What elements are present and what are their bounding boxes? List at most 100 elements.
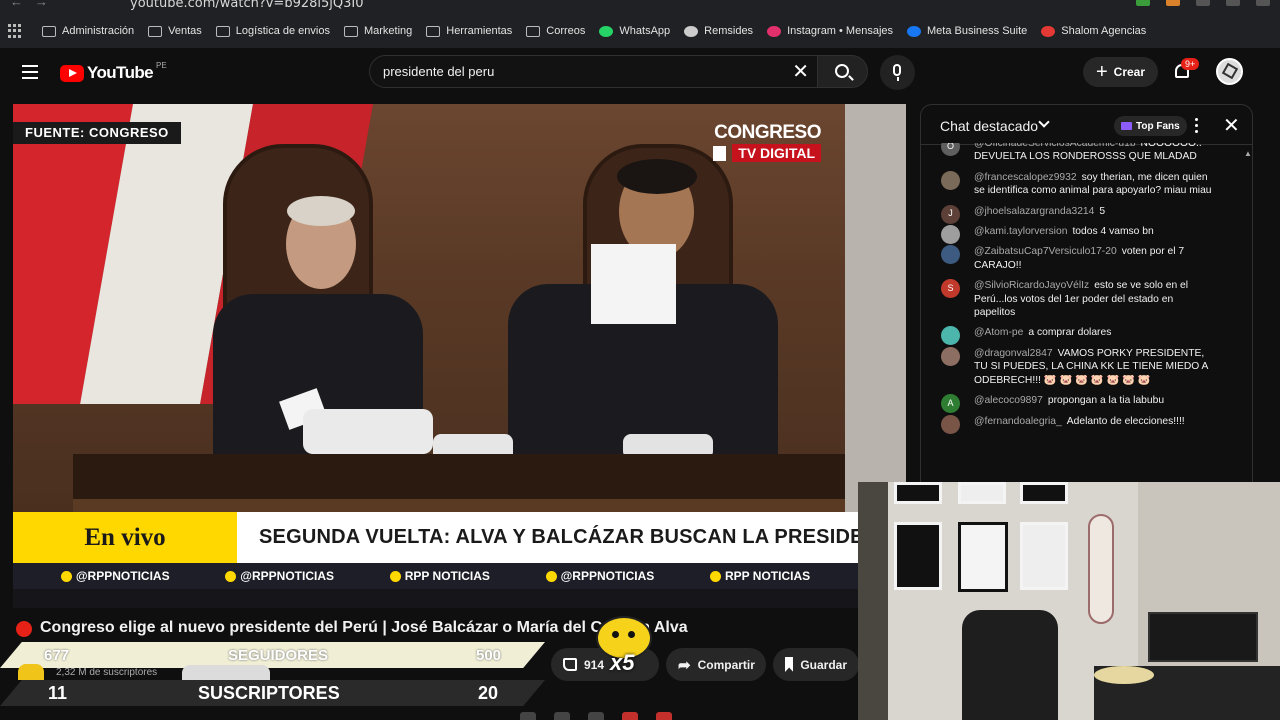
ballot-paper [591,244,676,324]
search-query-text[interactable]: presidente del peru [383,64,494,79]
chat-avatar[interactable] [941,170,960,190]
chat-author[interactable]: @SilvioRicardoJayoVélIz [974,280,1089,291]
chat-message[interactable]: @fernandoalegria_ Adelanto de elecciones!… [921,414,1252,434]
chat-author[interactable]: @jhoelsalazargranda3214 [974,206,1094,217]
save-button[interactable]: Guardar [773,648,859,681]
share-label: Compartir [697,657,755,672]
create-button[interactable]: + Crear [1083,57,1158,87]
chat-author[interactable]: @OficinadeServiciosAcademic-u1b [974,143,1136,149]
social-handle-label: RPP NOTICIAS [725,569,811,583]
monitor [1148,612,1258,662]
account-avatar[interactable] [1216,58,1243,85]
bookmark-label: Correos [546,25,586,37]
star-icon[interactable] [1196,0,1210,6]
save-label: Guardar [800,657,847,672]
chat-message[interactable]: J @jhoelsalazargranda3214 5 [921,204,1252,224]
profile-icon[interactable] [1256,0,1270,6]
browser-nav-icons[interactable]: ←→ [10,0,60,9]
close-icon[interactable]: ✕ [1223,113,1240,138]
social-handle: @RPPNOTICIAS [545,569,654,583]
chat-author[interactable]: @francescalopez9932 [974,172,1077,183]
chat-avatar[interactable] [941,326,960,346]
chat-message[interactable]: @kami.taylorversion todos 4 vamso bn [921,225,1252,245]
chat-message[interactable]: @ZaibatsuCap7Versiculo17-20 voten por el … [921,245,1252,272]
bookmark-item[interactable]: Correos [526,25,585,37]
bookmark-item[interactable]: Ventas [148,25,202,37]
share-button[interactable]: ➦ Compartir [666,648,766,681]
chat-message[interactable]: A @alecoco9897 propongan a la tia labubu [921,394,1252,414]
video-player[interactable]: FUENTE: CONGRESO CONGRESO TV DIGITAL En … [13,104,906,608]
thumbs-up-icon [563,658,577,671]
notifications-badge: 9+ [1181,58,1200,70]
chat-author[interactable]: @alecoco9897 [974,395,1043,406]
wall-poster [894,522,942,590]
chat-message[interactable]: @Atom-pe a comprar dolares [921,326,1252,346]
chat-message[interactable]: O @OficinadeServiciosAcademic-u1b NOOOOOO.… [921,143,1252,164]
social-handle: RPP NOTICIAS [389,569,490,583]
chat-author[interactable]: @Atom-pe [974,327,1023,338]
tv-digital-text: TV DIGITAL [732,144,821,162]
chat-avatar[interactable] [941,414,960,434]
bookmark-item[interactable]: Remsides [684,25,753,37]
extension-icon[interactable] [1166,0,1180,6]
chat-text: 5 [1099,205,1106,217]
chat-avatar[interactable] [941,245,960,265]
chat-author[interactable]: @dragonval2847 [974,348,1053,359]
bookmark-label: Meta Business Suite [927,25,1028,37]
search-button[interactable] [817,55,868,88]
notifications-button[interactable]: 9+ [1172,58,1200,84]
chat-avatar[interactable]: O [941,143,960,156]
chevron-down-icon[interactable] [1038,116,1050,128]
extension-icon[interactable] [1136,0,1150,6]
bookmark-item[interactable]: Shalom Agencias [1041,25,1146,37]
voice-search-button[interactable] [880,55,915,90]
bookmark-item[interactable]: Logística de envios [215,25,330,37]
social-handle-label: RPP NOTICIAS [404,569,490,583]
bookmark-item[interactable]: Instagram • Mensajes [767,25,893,37]
social-handle-label: @RPPNOTICIAS [240,569,335,583]
chat-message[interactable]: @dragonval2847 VAMOS PORKY PRESIDENTE, TU… [921,346,1252,387]
chat-text: todos 4 vamso bn [1072,226,1154,238]
taskbar-icon [656,712,672,720]
tv-icon [713,145,727,161]
subscribe-button[interactable] [182,665,270,681]
search-input[interactable]: presidente del peru ✕ [369,55,817,88]
chat-author[interactable]: @ZaibatsuCap7Versiculo17-20 [974,246,1117,257]
scroll-up-icon[interactable]: ▲ [1244,149,1252,158]
chat-avatar[interactable] [941,346,960,366]
bookmark-item[interactable]: Administración [42,25,134,37]
chat-avatar[interactable]: A [941,394,960,414]
bookmark-item[interactable]: Marketing [343,25,412,37]
wall-poster [958,482,1006,504]
chat-avatar[interactable]: S [941,279,960,299]
more-options-icon[interactable] [1195,118,1199,133]
top-fans-label: Top Fans [1136,120,1180,132]
url-text[interactable]: youtube.com/watch?v=b928l5jQ3I0 [130,0,364,11]
hamburger-menu-icon[interactable] [22,65,38,79]
chat-mode-label[interactable]: Chat destacado [940,118,1038,134]
bookmark-label: WhatsApp [619,25,671,37]
bookmark-item[interactable]: WhatsApp [599,25,670,37]
chat-message[interactable]: S @SilvioRicardoJayoVélIz esto se ve solo … [921,279,1252,319]
taskbar-icon [554,712,570,720]
chat-message[interactable]: @francescalopez9932 soy therian, me dicen… [921,170,1252,198]
chat-author[interactable]: @kami.taylorversion [974,226,1067,237]
news-ticker: En vivo SEGUNDA VUELTA: ALVA Y BALCÁZAR … [13,512,906,563]
plus-icon: + [1095,61,1108,83]
chat-avatar[interactable]: J [941,204,960,224]
chat-message-list[interactable]: O @OficinadeServiciosAcademic-u1b NOOOOOO.… [921,143,1252,483]
social-handles-bar: @RPPNOTICIAS @RPPNOTICIAS RPP NOTICIAS @RPP… [13,563,858,589]
congreso-tv-logo: CONGRESO TV DIGITAL [713,122,821,162]
chat-author[interactable]: @fernandoalegria_ [974,416,1062,427]
bookmark-item[interactable]: Meta Business Suite [907,25,1027,37]
top-fans-button[interactable]: Top Fans [1114,116,1187,136]
extension-icon[interactable] [1226,0,1240,6]
bookmark-item[interactable]: Herramientas [426,25,512,37]
channel-avatar[interactable] [18,664,44,680]
folder-icon [42,25,56,37]
chat-avatar[interactable] [941,225,960,245]
youtube-logo[interactable]: YouTube PE [60,61,167,83]
apps-grid-icon[interactable] [8,24,22,38]
clear-search-icon[interactable]: ✕ [792,59,809,84]
followers-label: SEGUIDORES [228,647,329,664]
